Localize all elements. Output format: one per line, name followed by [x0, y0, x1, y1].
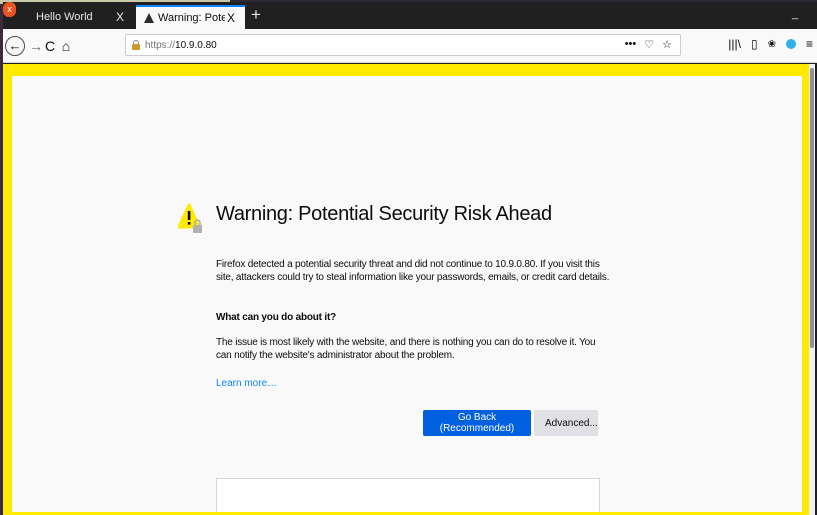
- tab-security-warning[interactable]: Warning: Potential Security Risk Ahead X: [136, 5, 245, 29]
- pocket-icon[interactable]: ♡: [644, 38, 654, 51]
- toolbar-right: |||\ ▯ ❀ ≡: [728, 37, 813, 51]
- home-button[interactable]: ⌂: [57, 37, 75, 55]
- warning-description: Firefox detected a potential security th…: [216, 259, 610, 283]
- scrollbar[interactable]: [809, 64, 815, 515]
- what-to-do-body: The issue is most likely with the websit…: [216, 337, 596, 361]
- menu-icon[interactable]: ≡: [806, 37, 813, 51]
- warning-lock-icon: [178, 203, 202, 233]
- bookmark-star-icon[interactable]: ☆: [662, 38, 672, 51]
- insecure-lock-icon[interactable]: [131, 40, 140, 50]
- warning-icon: [144, 13, 154, 23]
- library-icon[interactable]: |||\: [728, 37, 741, 51]
- extension-icon[interactable]: ❀: [768, 39, 776, 50]
- new-tab-button[interactable]: +: [248, 5, 264, 25]
- browser-window: Hello World X Warning: Potential Securit…: [3, 2, 817, 515]
- advanced-button[interactable]: Advanced...: [534, 410, 598, 436]
- url-bar-actions: ••• ♡ ☆: [625, 38, 672, 51]
- go-back-button[interactable]: Go Back (Recommended): [423, 410, 531, 436]
- navigation-toolbar: ← → C ⌂ https://10.9.0.80 ••• ♡ ☆ |||\ ▯…: [3, 29, 817, 63]
- close-icon[interactable]: X: [114, 10, 126, 24]
- content-highlight-frame: Warning: Potential Security Risk Ahead F…: [3, 64, 813, 515]
- tab-title: Warning: Potential Security Risk Ahead: [158, 12, 225, 24]
- back-button[interactable]: ←: [5, 36, 25, 56]
- page-title: Warning: Potential Security Risk Ahead: [216, 203, 552, 225]
- url-bar[interactable]: https://10.9.0.80 ••• ♡ ☆: [125, 34, 681, 56]
- tab-hello-world[interactable]: Hello World X: [6, 5, 134, 29]
- what-to-do-heading: What can you do about it?: [216, 312, 336, 323]
- url-host: 10.9.0.80: [175, 39, 217, 51]
- error-page: Warning: Potential Security Risk Ahead F…: [12, 76, 802, 512]
- minimize-button[interactable]: _: [792, 8, 798, 20]
- url-scheme: https://: [145, 39, 176, 51]
- learn-more-link[interactable]: Learn more…: [216, 378, 277, 389]
- scrollbar-thumb[interactable]: [810, 68, 814, 348]
- tab-strip: Hello World X Warning: Potential Securit…: [3, 2, 817, 29]
- sidebar-icon[interactable]: ▯: [751, 37, 758, 51]
- close-icon[interactable]: X: [225, 11, 237, 25]
- firefox-account-icon[interactable]: [785, 39, 796, 49]
- advanced-details-panel: [216, 478, 600, 512]
- tab-title: Hello World: [36, 11, 93, 23]
- url-text: https://10.9.0.80: [145, 40, 217, 51]
- page-actions-icon[interactable]: •••: [625, 38, 637, 51]
